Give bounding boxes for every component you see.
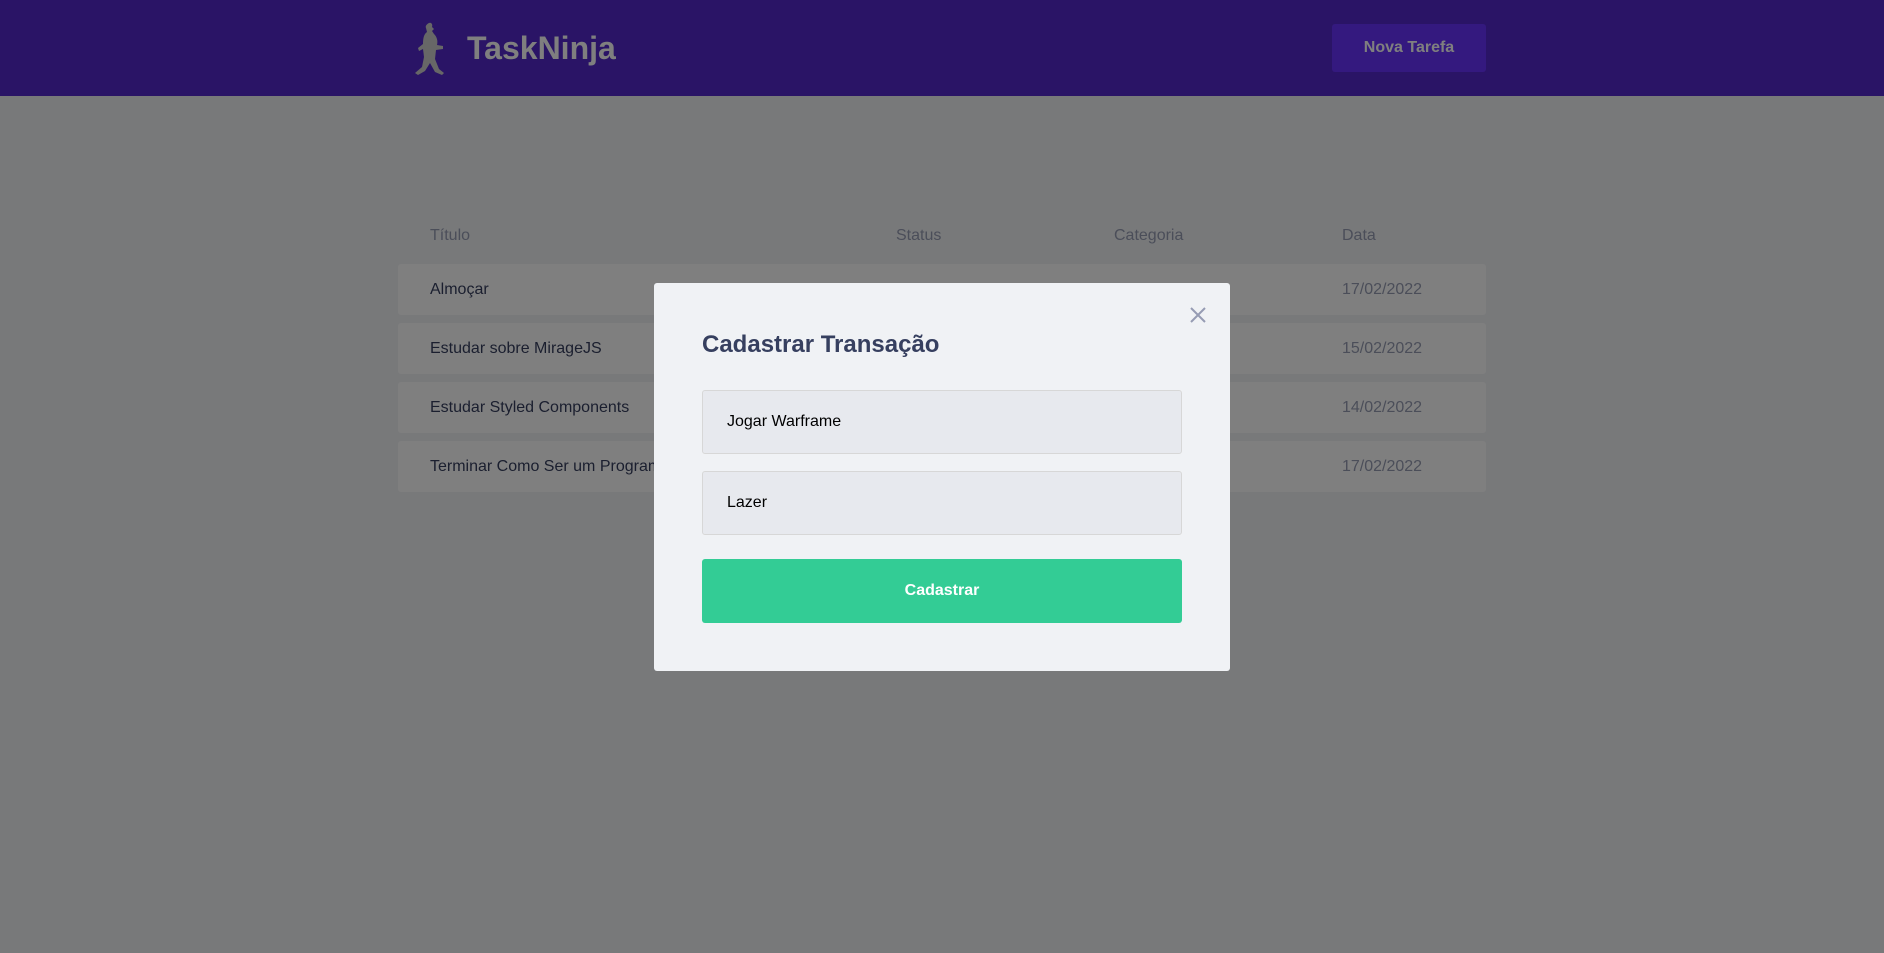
close-button[interactable] <box>1188 305 1208 325</box>
register-modal: Cadastrar Transação Cadastrar <box>654 283 1230 671</box>
modal-title: Cadastrar Transação <box>702 331 940 358</box>
task-category-input[interactable] <box>702 471 1182 535</box>
task-title-input[interactable] <box>702 390 1182 454</box>
submit-button[interactable]: Cadastrar <box>702 559 1182 623</box>
close-icon <box>1190 307 1206 323</box>
